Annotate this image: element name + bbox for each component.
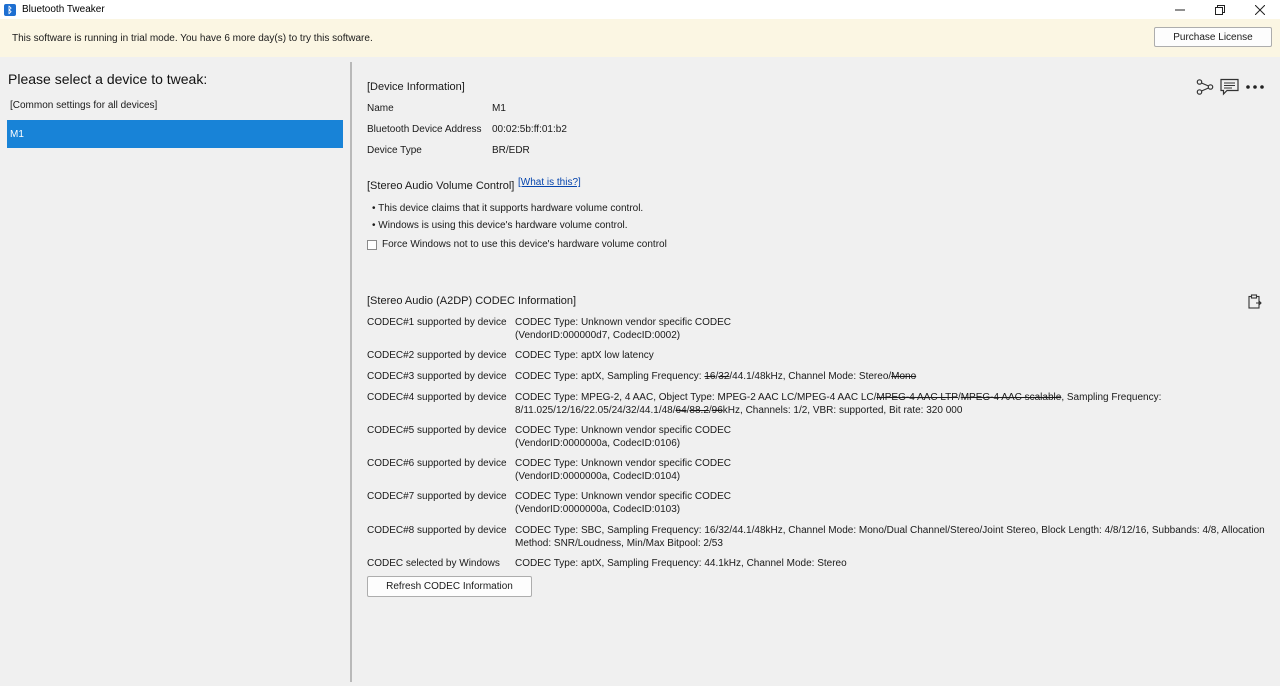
codec-label: CODEC selected by Windows xyxy=(367,558,500,569)
codec-label: CODEC#2 supported by device xyxy=(367,350,507,361)
force-hardware-volume-option[interactable]: Force Windows not to use this device's h… xyxy=(367,239,667,250)
window-title: Bluetooth Tweaker xyxy=(22,4,105,15)
trial-message: This software is running in trial mode. … xyxy=(12,32,373,44)
codec-value: CODEC Type: Unknown vendor specific CODE… xyxy=(515,458,1267,483)
close-button[interactable] xyxy=(1240,0,1280,19)
codec-value: CODEC Type: Unknown vendor specific CODE… xyxy=(515,491,1267,516)
panel-divider[interactable] xyxy=(350,62,352,682)
force-hardware-volume-label: Force Windows not to use this device's h… xyxy=(382,239,667,250)
minimize-button[interactable] xyxy=(1160,0,1200,19)
trial-banner: This software is running in trial mode. … xyxy=(0,19,1280,57)
codec-value-line: CODEC Type: Unknown vendor specific CODE… xyxy=(515,491,732,502)
codec-value: CODEC Type: aptX low latency xyxy=(515,350,1267,363)
codec-value: CODEC Type: MPEG-2, 4 AAC, Object Type: … xyxy=(515,392,1267,417)
codec-text: /44.1/48kHz, Channel Mode: Stereo/ xyxy=(729,371,892,382)
name-label: Name xyxy=(367,103,394,114)
comment-icon[interactable] xyxy=(1220,78,1239,96)
share-icon[interactable] xyxy=(1196,78,1214,96)
volume-control-title: [Stereo Audio Volume Control] xyxy=(367,180,515,192)
close-icon xyxy=(1255,4,1265,15)
title-bar: ᛒ Bluetooth Tweaker xyxy=(0,0,1280,19)
bluetooth-icon: ᛒ xyxy=(4,3,16,16)
codec-value-line: (VendorID:0000000a, CodecID:0103) xyxy=(515,503,681,515)
codec-text: kHz, Channels: 1/2, VBR: supported, Bit … xyxy=(722,404,963,416)
codec-value: CODEC Type: Unknown vendor specific CODE… xyxy=(515,425,1267,450)
address-value: 00:02:5b:ff:01:b2 xyxy=(492,124,567,135)
codec-value-line: CODEC Type: Unknown vendor specific CODE… xyxy=(515,317,732,328)
window-controls xyxy=(1160,0,1280,19)
codec-value-line: Method: SNR/Loudness, Min/Max Bitpool: 2… xyxy=(515,537,723,549)
volume-bullet-2: • Windows is using this device's hardwar… xyxy=(372,220,628,231)
device-item-m1[interactable]: M1 xyxy=(7,120,343,148)
codec-value: CODEC Type: Unknown vendor specific CODE… xyxy=(515,317,1267,342)
codec-value-line: (VendorID:0000000a, CodecID:0106) xyxy=(515,437,681,449)
force-hardware-volume-checkbox[interactable] xyxy=(367,239,377,250)
purchase-license-button[interactable]: Purchase License xyxy=(1154,27,1272,47)
restore-button[interactable] xyxy=(1200,0,1240,19)
unsupported-value: 32 xyxy=(718,371,730,382)
codec-label: CODEC#4 supported by device xyxy=(367,392,507,403)
codec-value: CODEC Type: aptX, Sampling Frequency: 16… xyxy=(515,371,1267,384)
codec-label: CODEC#7 supported by device xyxy=(367,491,507,502)
codec-value-line: CODEC Type: SBC, Sampling Frequency: 16/… xyxy=(515,525,1265,536)
address-label: Bluetooth Device Address xyxy=(367,124,482,135)
codec-label: CODEC#3 supported by device xyxy=(367,371,507,382)
codec-text: 8/11.025/12/16/22.05/24/32/44.1/48/ xyxy=(515,404,676,416)
what-is-this-link[interactable]: [What is this?] xyxy=(518,177,581,188)
device-list-panel: Please select a device to tweak: [Common… xyxy=(0,57,350,686)
name-value: M1 xyxy=(492,103,506,114)
codec-info-title: [Stereo Audio (A2DP) CODEC Information] xyxy=(367,295,577,307)
refresh-codec-button[interactable]: Refresh CODEC Information xyxy=(367,576,532,597)
more-icon[interactable] xyxy=(1245,83,1265,91)
unsupported-value: 88.2 xyxy=(689,404,709,416)
codec-value: CODEC Type: aptX, Sampling Frequency: 44… xyxy=(515,558,1267,571)
device-type-value: BR/EDR xyxy=(492,145,530,156)
codec-text: , Sampling Frequency: xyxy=(1061,392,1162,403)
codec-value-line: CODEC Type: aptX low latency xyxy=(515,350,654,361)
codec-label: CODEC#6 supported by device xyxy=(367,458,507,469)
codec-value-line: (VendorID:000000d7, CodecID:0002) xyxy=(515,329,681,341)
minimize-icon xyxy=(1175,9,1185,10)
codec-value-line: CODEC Type: Unknown vendor specific CODE… xyxy=(515,458,732,469)
common-settings-item[interactable]: [Common settings for all devices] xyxy=(10,100,157,111)
codec-value-line: CODEC Type: aptX, Sampling Frequency: 44… xyxy=(515,558,847,569)
device-list-heading: Please select a device to tweak: xyxy=(8,71,208,87)
volume-bullet-1: • This device claims that it supports ha… xyxy=(372,203,644,214)
codec-label: CODEC#1 supported by device xyxy=(367,317,507,328)
codec-value-line: (VendorID:0000000a, CodecID:0104) xyxy=(515,470,681,482)
codec-value-line: CODEC Type: Unknown vendor specific CODE… xyxy=(515,425,732,436)
unsupported-value: 64 xyxy=(675,404,687,416)
unsupported-value: 16 xyxy=(704,371,716,382)
unsupported-value: Mono xyxy=(891,371,917,382)
codec-value: CODEC Type: SBC, Sampling Frequency: 16/… xyxy=(515,525,1267,550)
unsupported-value: MPEG-4 AAC LTP xyxy=(876,392,958,403)
restore-icon xyxy=(1215,4,1225,15)
clipboard-icon[interactable] xyxy=(1248,294,1262,309)
codec-text: CODEC Type: MPEG-2, 4 AAC, Object Type: … xyxy=(515,392,877,403)
device-type-label: Device Type xyxy=(367,145,422,156)
codec-label: CODEC#8 supported by device xyxy=(367,525,507,536)
codec-label: CODEC#5 supported by device xyxy=(367,425,507,436)
codec-text: CODEC Type: aptX, Sampling Frequency: xyxy=(515,371,705,382)
unsupported-value: 96 xyxy=(711,404,723,416)
device-info-title: [Device Information] xyxy=(367,81,465,93)
unsupported-value: MPEG-4 AAC scalable xyxy=(960,392,1062,403)
